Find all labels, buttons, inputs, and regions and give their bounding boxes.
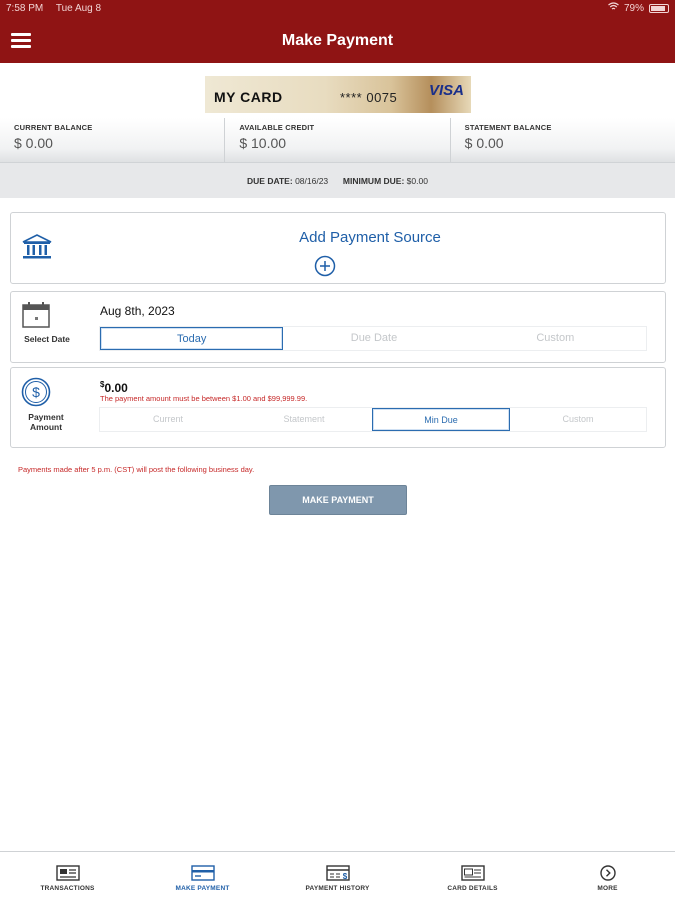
due-date-value: 08/16/23: [295, 176, 329, 186]
cutoff-notice: Payments made after 5 p.m. (CST) will po…: [18, 465, 255, 474]
battery-percent: 79%: [623, 2, 644, 14]
svg-text:$: $: [32, 384, 40, 400]
bottom-navigation: TRANSACTIONS MAKE PAYMENT $ PAYMENT HIST…: [0, 851, 675, 900]
nav-make-payment[interactable]: MAKE PAYMENT: [135, 852, 270, 900]
dollar-icon: $: [21, 377, 51, 407]
select-date-label: Select Date: [24, 334, 70, 344]
amount-option-custom[interactable]: Custom: [510, 408, 646, 431]
make-payment-button[interactable]: MAKE PAYMENT: [269, 485, 407, 515]
balance-label: AVAILABLE CREDIT: [239, 123, 315, 132]
add-payment-source-label[interactable]: Add Payment Source: [11, 229, 665, 246]
statement-balance: STATEMENT BALANCE $ 0.00: [451, 118, 675, 162]
amount-value: 0.00: [104, 381, 128, 395]
payment-amount-input[interactable]: $0.00: [100, 380, 128, 395]
minimum-due-value: $0.00: [406, 176, 428, 186]
date-option-today[interactable]: Today: [100, 327, 284, 350]
nav-label: MORE: [597, 885, 618, 892]
nav-more[interactable]: MORE: [540, 852, 675, 900]
payment-amount-label: Payment Amount: [15, 412, 77, 432]
amount-options: Current Statement Min Due Custom: [99, 407, 647, 432]
card-number: **** 0075: [340, 90, 398, 105]
wifi-icon: [608, 2, 619, 14]
visa-logo: VISA: [428, 82, 464, 99]
status-bar: 7:58 PM Tue Aug 8 79%: [0, 0, 675, 18]
balance-value: $ 0.00: [14, 135, 53, 151]
amount-error-message: The payment amount must be between $1.00…: [100, 394, 308, 403]
nav-label: TRANSACTIONS: [40, 885, 95, 892]
status-date: Tue Aug 8: [55, 3, 102, 14]
balance-label: CURRENT BALANCE: [14, 123, 93, 132]
minimum-due-label: MINIMUM DUE:: [342, 176, 405, 186]
date-options: Today Due Date Custom: [99, 326, 647, 351]
card-name: MY CARD: [214, 89, 283, 105]
amount-option-current[interactable]: Current: [100, 408, 236, 431]
calendar-icon: [22, 302, 50, 328]
payment-amount-panel: $ Payment Amount $0.00 The payment amoun…: [10, 367, 666, 448]
payment-history-icon: $: [325, 865, 350, 881]
available-credit: AVAILABLE CREDIT $ 10.00: [225, 118, 451, 162]
due-info: DUE DATE: 08/16/23 MINIMUM DUE: $0.00: [0, 162, 675, 198]
label-line: Payment: [28, 412, 64, 422]
more-icon: [599, 865, 616, 881]
balance-label: STATEMENT BALANCE: [464, 123, 552, 132]
transactions-icon: [55, 865, 80, 881]
nav-label: MAKE PAYMENT: [175, 885, 230, 892]
nav-label: PAYMENT HISTORY: [305, 885, 370, 892]
card-details-icon: [460, 865, 485, 881]
battery-icon: [649, 3, 669, 13]
due-date-label: DUE DATE:: [247, 176, 293, 186]
amount-option-statement[interactable]: Statement: [236, 408, 372, 431]
selected-date: Aug 8th, 2023: [100, 304, 175, 318]
label-line: Amount: [29, 422, 63, 432]
svg-text:$: $: [342, 872, 347, 881]
date-option-custom[interactable]: Custom: [465, 327, 646, 350]
add-circle-icon[interactable]: [314, 255, 336, 277]
nav-transactions[interactable]: TRANSACTIONS: [0, 852, 135, 900]
nav-card-details[interactable]: CARD DETAILS: [405, 852, 540, 900]
date-option-due-date[interactable]: Due Date: [283, 327, 464, 350]
nav-payment-history[interactable]: $ PAYMENT HISTORY: [270, 852, 405, 900]
add-payment-source-panel[interactable]: Add Payment Source: [10, 212, 666, 284]
make-payment-icon: [190, 865, 215, 881]
card-banner: MY CARD **** 0075 VISA: [205, 76, 471, 113]
app-header: 7:58 PM Tue Aug 8 79% Make Payment: [0, 0, 675, 63]
select-date-panel: Select Date Aug 8th, 2023 Today Due Date…: [10, 291, 666, 363]
balance-value: $ 10.00: [239, 135, 287, 151]
balance-summary: CURRENT BALANCE $ 0.00 AVAILABLE CREDIT …: [0, 118, 675, 162]
nav-label: CARD DETAILS: [447, 885, 498, 892]
status-time: 7:58 PM: [6, 3, 44, 14]
amount-option-min-due[interactable]: Min Due: [372, 408, 510, 431]
page-title: Make Payment: [281, 32, 394, 49]
current-balance: CURRENT BALANCE $ 0.00: [0, 118, 226, 162]
balance-value: $ 0.00: [464, 135, 504, 151]
